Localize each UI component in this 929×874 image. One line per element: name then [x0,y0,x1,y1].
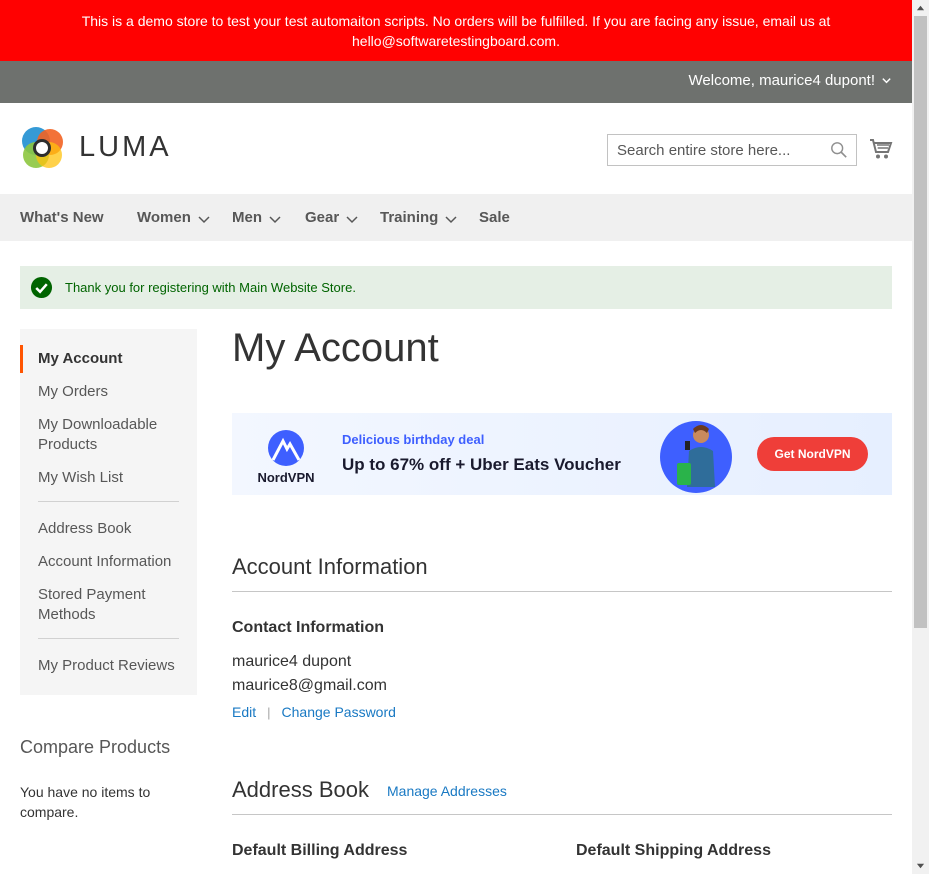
contact-email: maurice8@gmail.com [232,677,387,694]
get-nordvpn-button[interactable]: Get NordVPN [757,437,868,471]
success-message: Thank you for registering with Main Webs… [20,266,892,309]
demo-notice-banner: This is a demo store to test your test a… [0,0,912,61]
ad-brand: NordVPN [257,470,315,485]
ad-banner[interactable]: NordVPN Delicious birthday deal Up to 67… [232,413,892,495]
sidebar-item-address-book[interactable]: Address Book [20,519,197,539]
sidebar-item-my-product-reviews[interactable]: My Product Reviews [20,656,197,676]
chevron-down-icon [269,215,281,223]
contact-name: maurice4 dupont [232,653,352,670]
scroll-up-arrow-icon[interactable] [916,4,925,13]
page-scrollbar[interactable] [912,0,929,874]
chevron-down-icon [198,215,210,223]
ad-person-illustration [660,421,732,493]
search-box [607,134,857,166]
nav-item-label: Women [137,209,191,226]
welcome-text: Welcome, maurice4 dupont! [688,72,875,89]
change-password-link[interactable]: Change Password [282,704,396,720]
nav-item-women[interactable]: Women [137,209,211,226]
top-panel: Welcome, maurice4 dupont! [0,61,912,103]
sidebar-item-stored-payment-methods[interactable]: Stored Payment Methods [20,585,197,625]
contact-information-title: Contact Information [232,619,384,636]
logo-text: LUMA [79,131,172,163]
demo-notice-line1: This is a demo store to test your test a… [81,13,831,29]
sidebar-item-account-information[interactable]: Account Information [20,552,197,572]
sidebar-item-my-orders[interactable]: My Orders [20,382,197,402]
customer-menu-toggle[interactable]: Welcome, maurice4 dupont! [689,72,892,89]
nav-item-label: Sale [479,209,510,226]
chevron-down-icon [882,78,891,84]
sidebar-item-my-downloadable-products[interactable]: My Downloadable Products [20,415,197,455]
nav-item-men[interactable]: Men [232,209,282,226]
main-navigation: What's New Women Men Gear Training Sale [0,194,912,241]
compare-empty-text: You have no items to compare. [20,784,151,820]
check-circle-icon [30,276,53,299]
address-book-title: Address Book [232,777,369,802]
nav-item-label: Men [232,209,262,226]
sidebar-item-my-wish-list[interactable]: My Wish List [20,468,197,488]
ad-kicker: Delicious birthday deal [342,432,485,447]
nav-item-whats-new[interactable]: What's New [20,209,104,226]
nav-item-label: What's New [20,209,104,226]
nav-item-sale[interactable]: Sale [479,209,510,226]
demo-notice-line2: hello@softwaretestingboard.com. [352,33,560,49]
sidebar-divider [38,638,179,639]
nordvpn-logo: NordVPN [250,427,322,485]
scroll-down-arrow-icon[interactable] [916,861,925,870]
contact-actions: Edit | Change Password [232,704,396,720]
search-input[interactable] [608,135,823,165]
manage-addresses-link[interactable]: Manage Addresses [387,783,507,799]
scrollbar-thumb[interactable] [914,16,927,628]
account-sidebar-nav: My Account My Orders My Downloadable Pro… [20,329,197,695]
store-logo-link[interactable]: LUMA [20,125,172,170]
section-divider [232,814,892,815]
page-title: My Account [232,326,439,370]
ad-headline: Up to 67% off + Uber Eats Voucher [342,455,621,474]
account-information-title: Account Information [232,554,428,579]
default-billing-address-title: Default Billing Address [232,842,408,859]
site-header: LUMA [0,103,912,194]
default-shipping-address-title: Default Shipping Address [576,842,771,859]
search-icon[interactable] [830,141,848,159]
cart-icon[interactable] [869,137,893,161]
chevron-down-icon [346,215,358,223]
compare-products-title: Compare Products [20,737,171,757]
success-message-text: Thank you for registering with Main Webs… [65,280,356,295]
action-separator: | [267,704,271,720]
edit-link[interactable]: Edit [232,704,256,720]
nav-item-label: Gear [305,209,340,226]
nav-item-label: Training [380,209,439,226]
nav-item-gear[interactable]: Gear [305,209,359,226]
chevron-down-icon [445,215,457,223]
sidebar-item-my-account: My Account [20,345,197,373]
nordvpn-mountain-icon [268,430,304,466]
nav-item-training[interactable]: Training [380,209,458,226]
section-divider [232,591,892,592]
sidebar-divider [38,501,179,502]
luma-logo-icon [22,127,63,168]
